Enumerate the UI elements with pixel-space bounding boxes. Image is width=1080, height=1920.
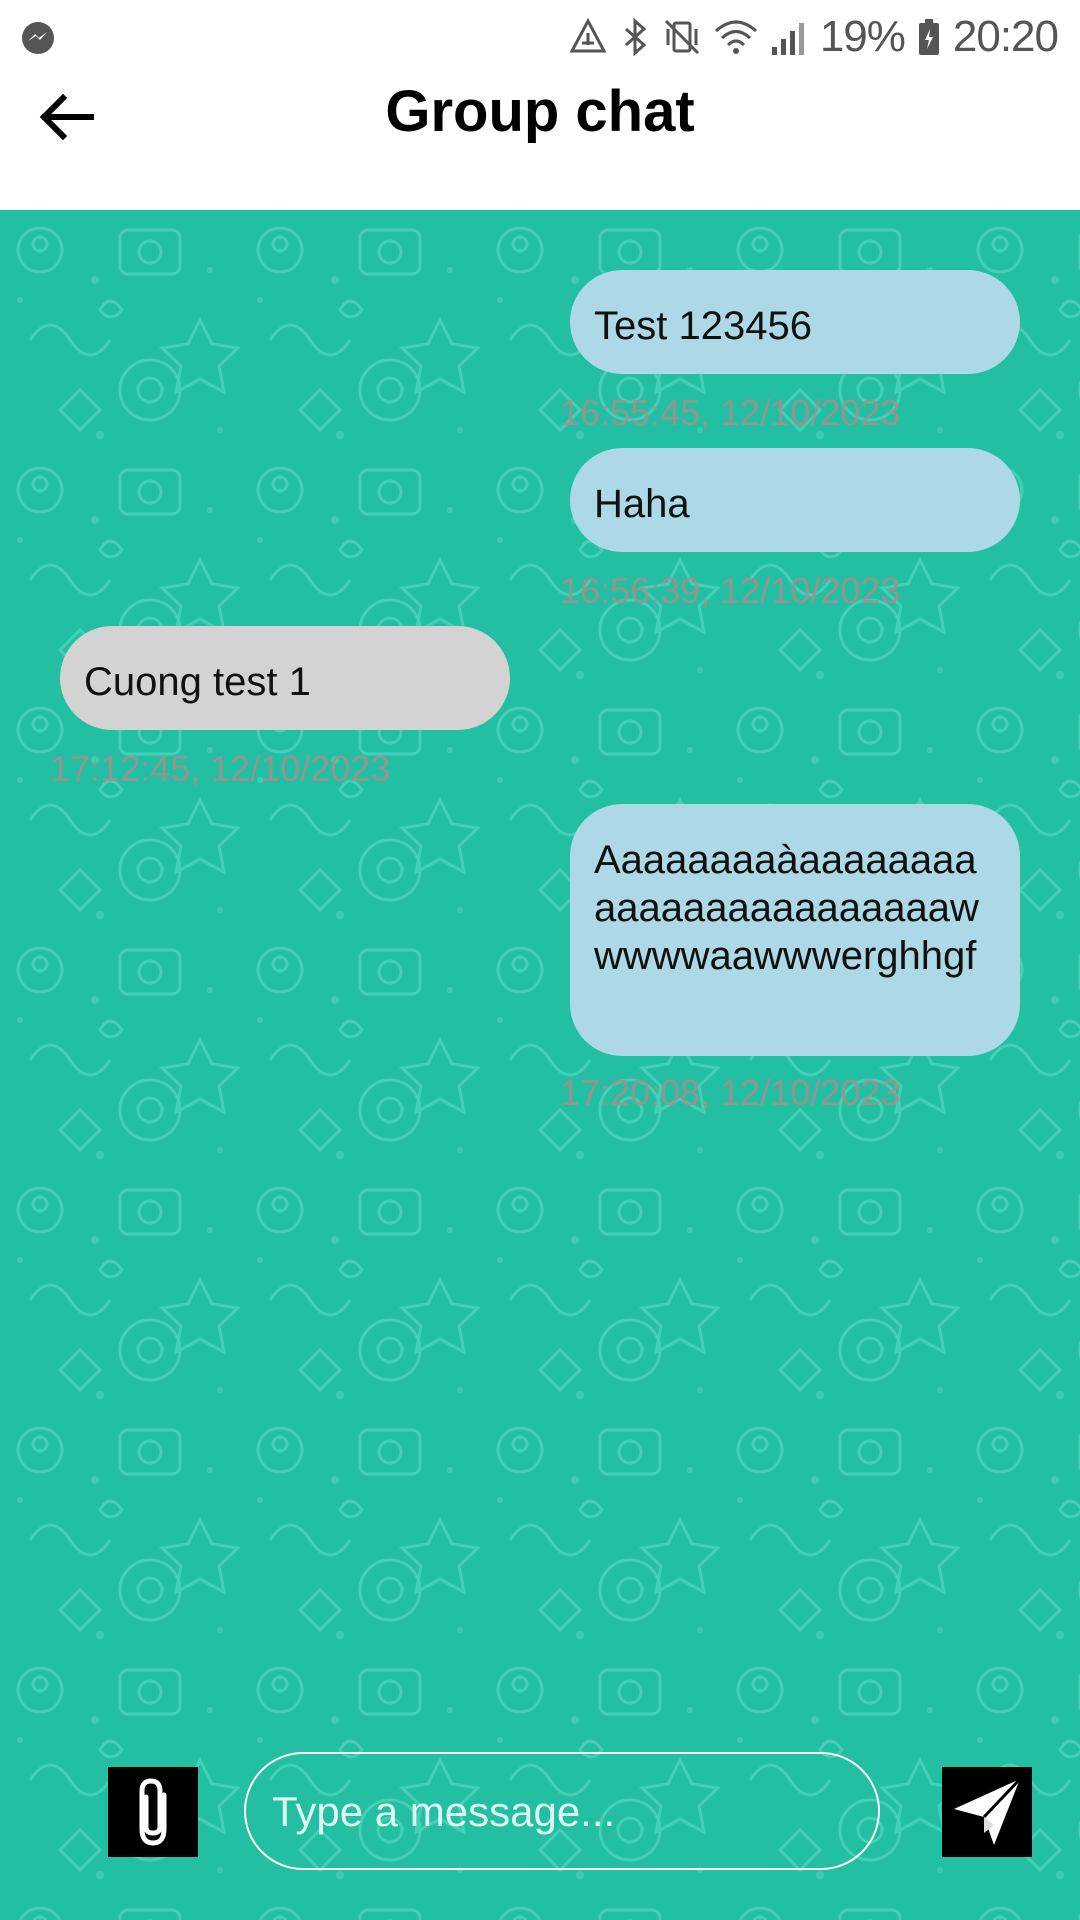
status-bar: 19% 20:20 (0, 0, 1080, 72)
chat-screen: 19% 20:20 Group chat Test 123456 16:55:4… (0, 0, 1080, 1920)
message-input-container[interactable] (244, 1752, 880, 1870)
message-text: Haha (594, 482, 690, 526)
bluetooth-icon (624, 17, 647, 57)
send-button[interactable] (942, 1767, 1032, 1857)
paperclip-icon (139, 1778, 167, 1846)
message-input[interactable] (270, 1754, 854, 1870)
message-bubble-sent[interactable]: Aaaaaaaaàaaaaaaaaaaaaaaaaaaaaaaaawwwwwaa… (570, 804, 1020, 1056)
wifi-icon (714, 20, 757, 54)
messenger-icon (22, 22, 54, 54)
message-timestamp: 16:55:45, 12/10/2023 (560, 392, 901, 433)
message-list[interactable]: Test 123456 16:55:45, 12/10/2023 Haha 16… (0, 210, 1080, 1920)
battery-charging-icon (918, 19, 939, 55)
message-timestamp: 17:12:45, 12/10/2023 (50, 748, 391, 789)
message-bubble-sent[interactable]: Haha (570, 448, 1020, 552)
data-saver-icon (569, 17, 607, 53)
vibrate-icon (664, 19, 699, 55)
app-header: Group chat (0, 72, 1080, 210)
attach-button[interactable] (108, 1767, 198, 1857)
message-text: Aaaaaaaaàaaaaaaaaaaaaaaaaaaaaaaaawwwwwaa… (594, 838, 979, 978)
message-text: Cuong test 1 (84, 660, 311, 704)
status-time: 20:20 (952, 12, 1059, 61)
message-bubble-received[interactable]: Cuong test 1 (60, 626, 510, 730)
signal-icon (771, 23, 804, 55)
message-timestamp: 17:20:08, 12/10/2023 (560, 1072, 901, 1113)
paper-plane-icon (954, 1777, 1022, 1845)
message-bubble-sent[interactable]: Test 123456 (570, 270, 1020, 374)
battery-percentage: 19% (819, 12, 906, 61)
message-timestamp: 16:56:39, 12/10/2023 (560, 570, 901, 611)
page-title: Group chat (385, 79, 695, 144)
message-text: Test 123456 (594, 304, 812, 348)
